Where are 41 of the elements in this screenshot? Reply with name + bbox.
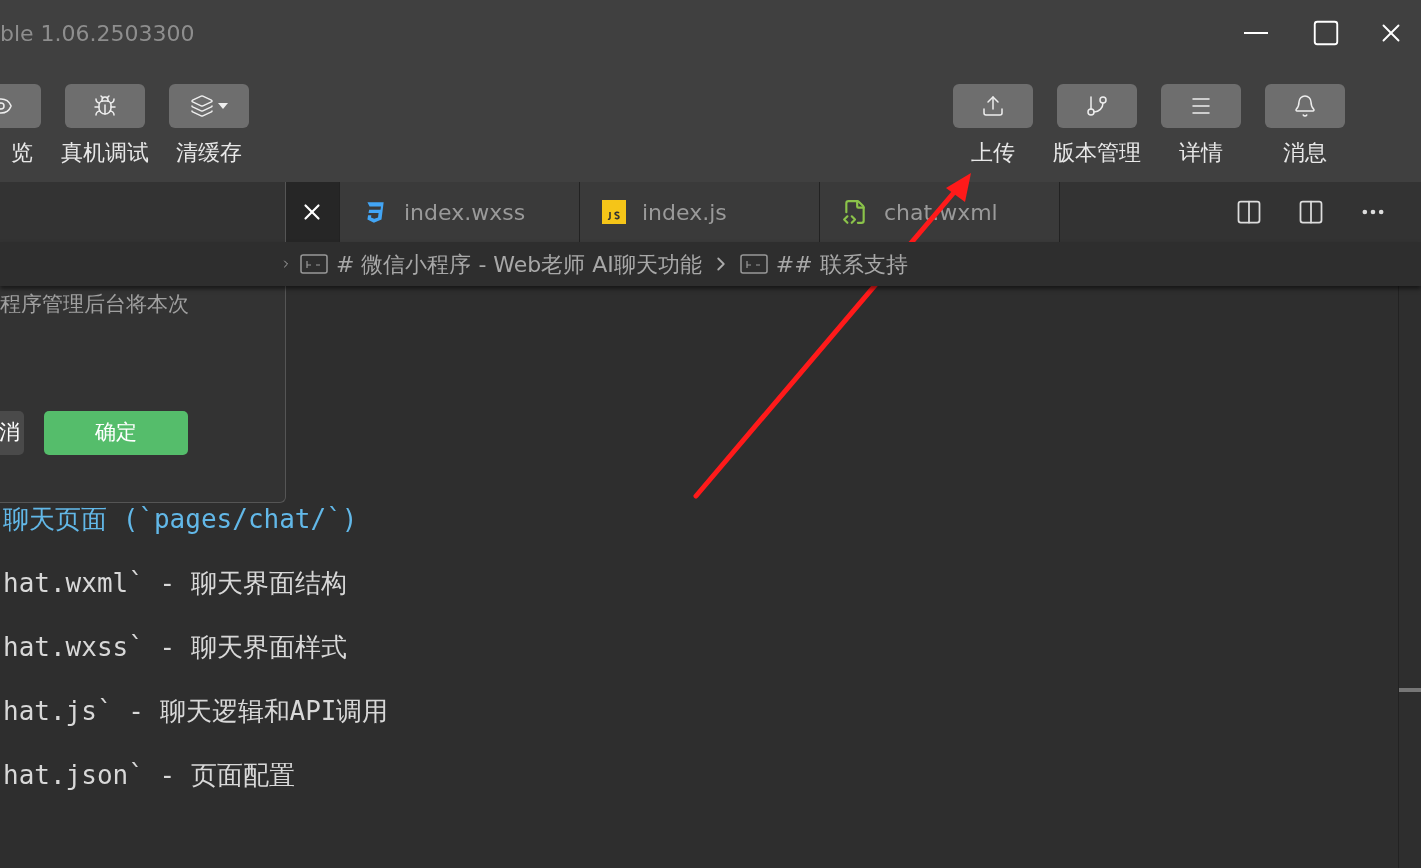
toolbar-label: 版本管理 [1053,139,1141,167]
toolbar-button[interactable] [1265,84,1345,128]
toolbar-button[interactable] [1057,84,1137,128]
toolbar-label: 详情 [1179,139,1223,167]
minimize-icon [1244,32,1268,34]
toolbar-button[interactable] [1161,84,1241,128]
code-line: hat.wxss` - 聊天界面样式 [3,631,348,664]
toolbar-label: 览 [11,139,33,167]
toolbar-label: 消息 [1283,139,1327,167]
js-file-icon [602,200,626,224]
dialog-message: 程序管理后台将本次 [0,291,190,318]
scrollbar-thumb[interactable] [1399,688,1421,692]
confirm-button[interactable]: 确定 [44,410,188,455]
split-editor-icon[interactable] [1297,198,1325,226]
code-line: hat.json` - 页面配置 [3,759,296,792]
caret-icon [218,103,228,109]
bell-icon [1293,94,1317,118]
editor-tab[interactable] [285,182,340,242]
toolbar-button[interactable] [953,84,1033,128]
code-line: hat.js` - 聊天逻辑和API调用 [3,695,390,728]
bug-icon [93,94,117,118]
breadcrumb-item[interactable]: ## 联系支持 [775,247,908,281]
window-title: ble 1.06.2503300 [0,19,195,48]
toolbar-label: 真机调试 [61,139,149,167]
layers-icon [190,94,214,118]
branch-icon [1085,94,1109,118]
toolbar-label: 清缓存 [176,139,242,167]
toolbar-button[interactable] [65,84,145,128]
maximize-icon [1311,18,1341,48]
breadcrumb-item[interactable]: # 微信小程序 - Web老师 AI聊天功能 [336,247,702,281]
code-file-icon [842,199,868,225]
editor-tab[interactable]: index.wxss [340,182,580,242]
toolbar-button[interactable] [169,84,249,128]
upload-icon [981,94,1005,118]
code-line: 聊天页面 (`pages/chat/`) [3,503,359,536]
toolbar-label: 上传 [971,139,1015,167]
cancel-button[interactable]: 消 [0,410,24,455]
code-line: hat.wxml` - 聊天界面结构 [3,567,348,600]
editor-tab[interactable]: index.js [580,182,820,242]
text-symbol-icon [739,254,768,274]
text-symbol-icon [300,254,328,274]
